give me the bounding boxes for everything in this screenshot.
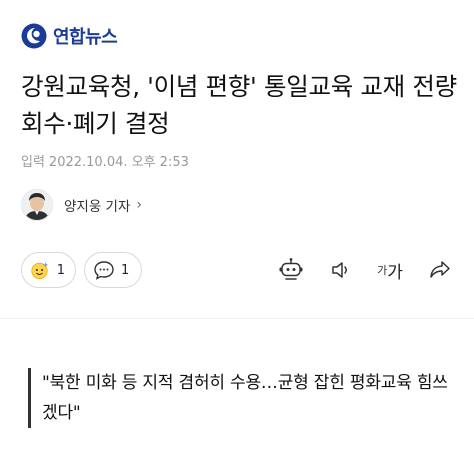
brand-name: 연합뉴스 [53, 27, 118, 48]
meta-label: 입력 [21, 155, 45, 170]
reaction-count: 1 [56, 262, 65, 278]
reaction-button[interactable]: 1 [21, 252, 76, 288]
emoji-reaction-icon [31, 262, 49, 279]
section-divider [0, 318, 474, 319]
audio-button[interactable] [328, 256, 354, 284]
font-size-large: 가 [387, 262, 403, 283]
font-size-small: 가 [377, 264, 388, 277]
avatar [21, 189, 53, 221]
font-size-button[interactable]: 가가 [373, 256, 407, 284]
comment-count: 1 [121, 262, 130, 278]
share-button[interactable] [427, 256, 453, 284]
share-icon [430, 261, 450, 278]
speaker-icon [332, 262, 347, 278]
reporter-name: 양지웅 기자 [64, 199, 131, 215]
reporter-byline[interactable]: 양지웅 기자 › [21, 189, 142, 221]
brand-logo[interactable]: 연합뉴스 [21, 20, 118, 52]
robot-summary-icon [279, 258, 303, 280]
chevron-right-icon: › [136, 197, 143, 213]
meta-datetime: 2022.10.04. 오후 2:53 [48, 155, 189, 170]
article-meta: 입력 2022.10.04. 오후 2:53 [21, 151, 193, 170]
yonhap-logo-icon [21, 23, 47, 49]
article-subheading: "북한 미화 등 지적 겸허히 수용…균형 잡힌 평화교육 힘쓰겠다" [28, 368, 462, 428]
article-title: 강원교육청, '이념 편향' 통일교육 교재 전량 회수·폐기 결정 [21, 72, 457, 138]
comment-button[interactable]: 1 [84, 252, 142, 288]
comment-bubble-icon [94, 261, 114, 280]
summary-button[interactable] [277, 256, 305, 284]
